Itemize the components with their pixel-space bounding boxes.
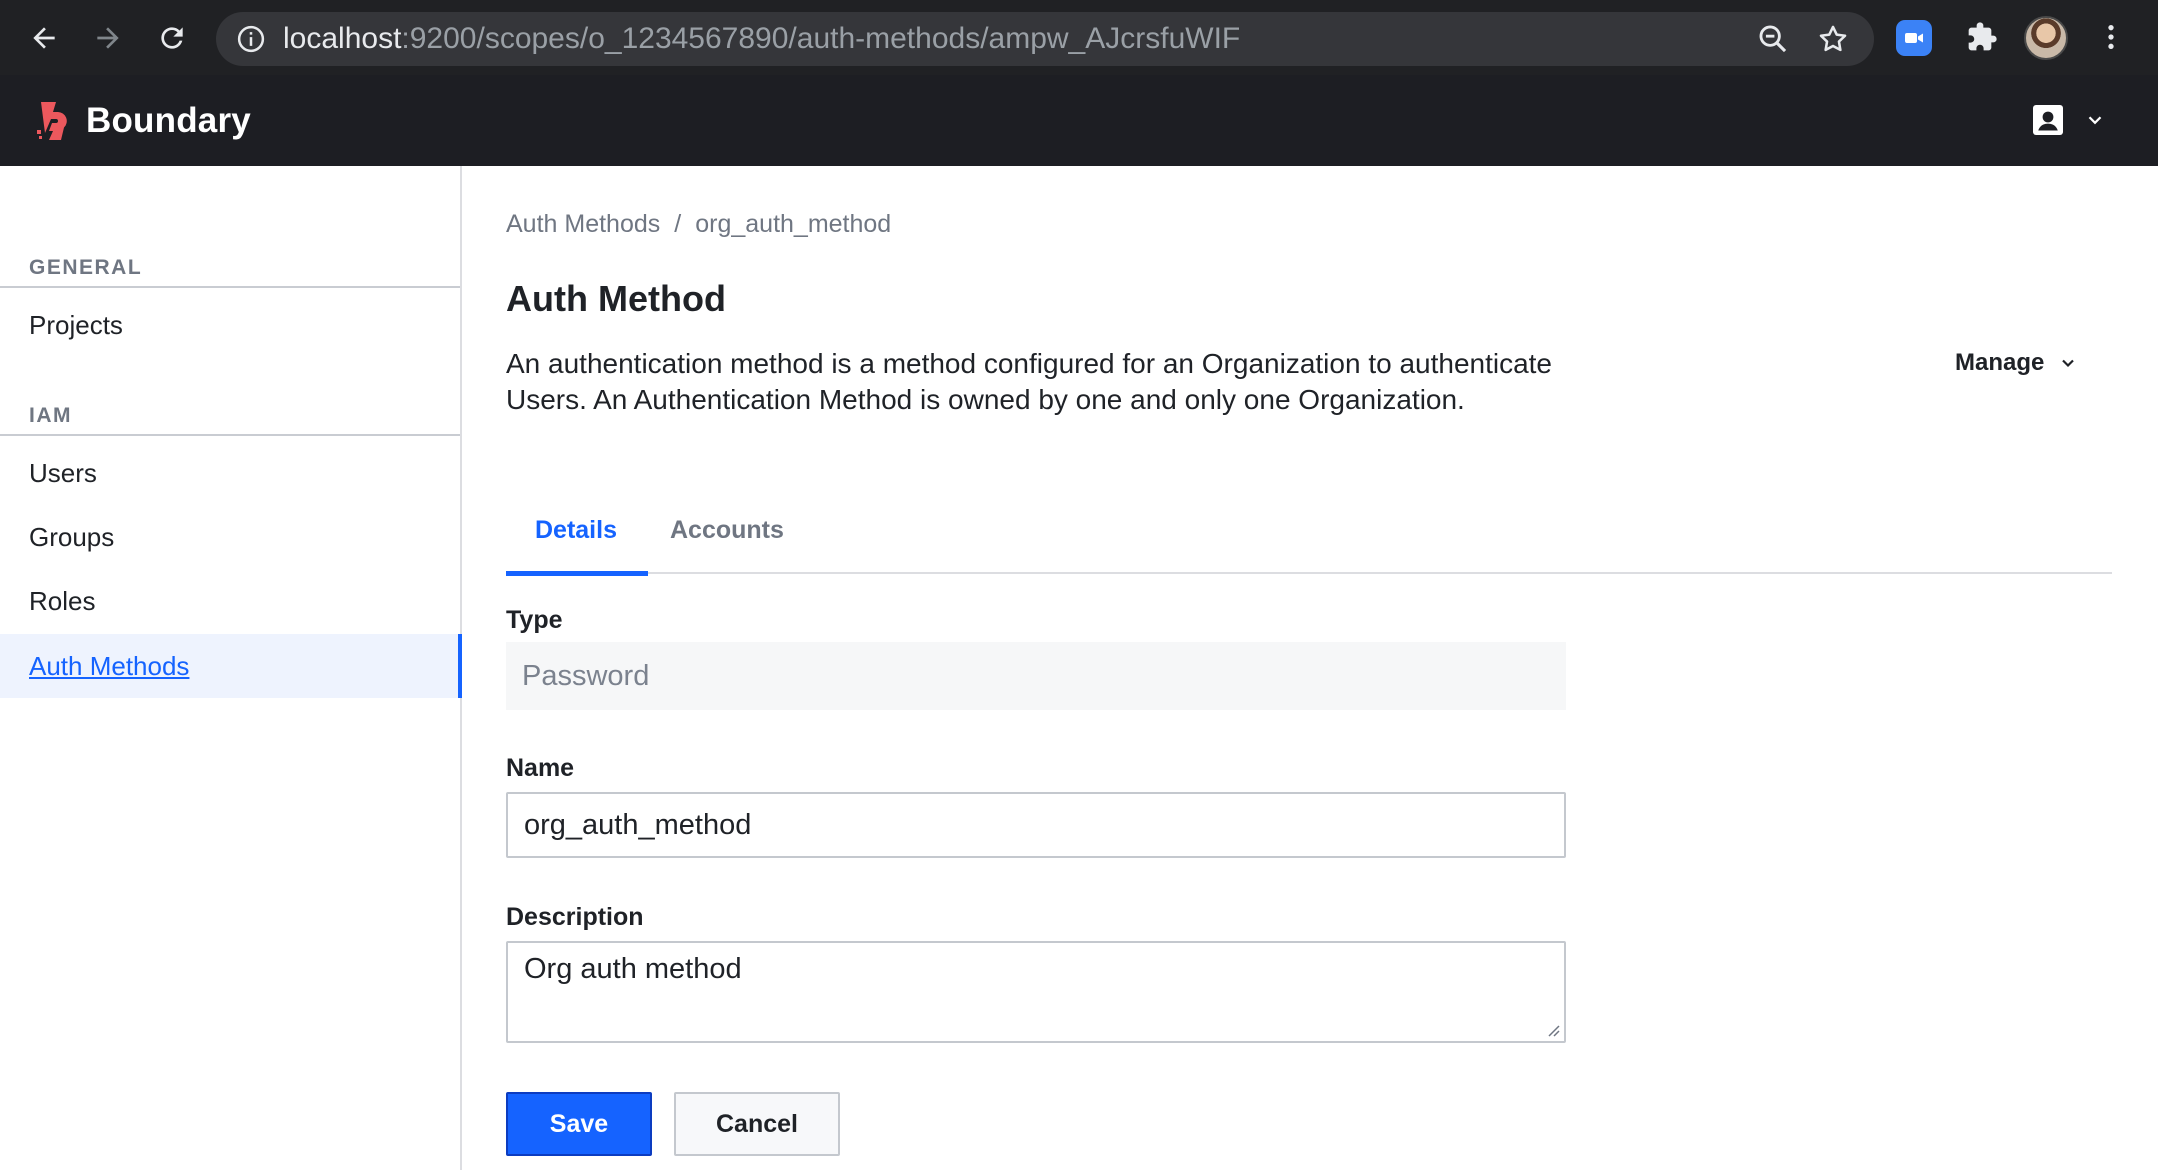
back-icon[interactable]: [18, 12, 70, 64]
resize-handle-icon[interactable]: [1544, 1021, 1560, 1037]
type-label: Type: [506, 606, 563, 634]
zoom-extension-icon[interactable]: [1896, 20, 1932, 56]
puzzle-icon[interactable]: [1961, 16, 2003, 58]
sidebar-item-roles[interactable]: Roles: [0, 569, 460, 633]
url-text[interactable]: localhost:9200/scopes/o_1234567890/auth-…: [283, 12, 1240, 66]
sidebar-item-groups[interactable]: Groups: [0, 505, 460, 569]
sidebar-item-projects[interactable]: Projects: [0, 293, 460, 357]
description-label: Description: [506, 903, 644, 931]
browser-toolbar: localhost:9200/scopes/o_1234567890/auth-…: [0, 0, 2158, 75]
sidebar-section-general: GENERAL: [0, 248, 460, 288]
sidebar: GENERAL Projects IAM Users Groups Roles …: [0, 166, 462, 1170]
name-label: Name: [506, 754, 575, 782]
more-icon[interactable]: [2090, 16, 2132, 58]
chevron-down-icon: [2088, 116, 2102, 125]
description-field[interactable]: Org auth method: [506, 941, 1566, 1043]
sidebar-item-users[interactable]: Users: [0, 441, 460, 505]
star-icon[interactable]: [1816, 22, 1850, 56]
brand-name[interactable]: Boundary: [86, 75, 251, 166]
name-field[interactable]: org_auth_method: [506, 792, 1566, 858]
save-button[interactable]: Save: [506, 1092, 652, 1156]
url-path: :9200/scopes/o_1234567890/auth-methods/a…: [401, 22, 1241, 55]
zoom-icon[interactable]: [1756, 22, 1790, 56]
tab-accounts-label: Accounts: [670, 516, 784, 544]
reload-icon[interactable]: [146, 12, 198, 64]
tab-details-label: Details: [535, 516, 617, 544]
url-host: localhost: [283, 22, 402, 55]
boundary-logo-icon[interactable]: [35, 100, 73, 142]
sidebar-section-iam: IAM: [0, 396, 460, 436]
app-header: Boundary: [0, 75, 2158, 166]
tab-accounts[interactable]: Accounts: [648, 496, 808, 576]
type-field: Password: [506, 642, 1566, 710]
address-bar[interactable]: localhost:9200/scopes/o_1234567890/auth-…: [216, 12, 1874, 66]
description-value: Org auth method: [524, 953, 742, 985]
profile-avatar[interactable]: [2024, 16, 2068, 60]
main-content: Auth Methods / org_auth_method Auth Method…: [462, 166, 2158, 1170]
tab-details[interactable]: Details: [506, 496, 648, 576]
cancel-button[interactable]: Cancel: [674, 1092, 840, 1156]
sidebar-item-auth-methods[interactable]: Auth Methods: [0, 634, 462, 698]
forward-icon[interactable]: [82, 12, 134, 64]
user-icon: [2033, 105, 2063, 135]
info-icon[interactable]: [236, 24, 266, 54]
user-menu[interactable]: [2030, 100, 2110, 140]
tab-active-indicator: [506, 571, 648, 576]
